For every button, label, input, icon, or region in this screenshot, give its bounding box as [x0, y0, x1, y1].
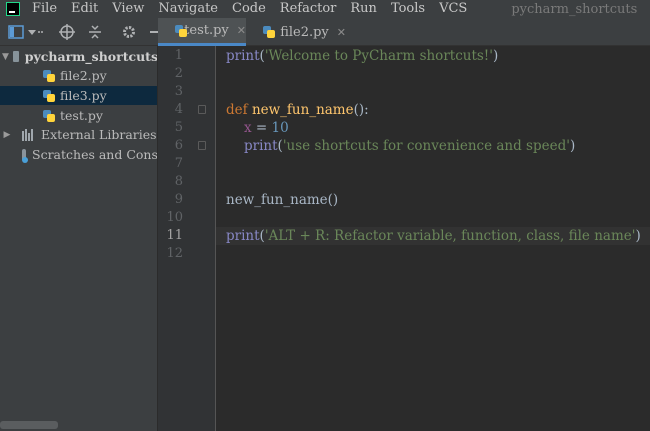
fold-marker-icon[interactable] [198, 141, 206, 150]
menu-code[interactable]: Code [232, 0, 266, 18]
tree-external-libraries-label: External Libraries [41, 127, 157, 142]
tree-file-test[interactable]: test.py [0, 106, 157, 125]
library-icon [22, 128, 35, 141]
tree-file-file2[interactable]: file2.py [0, 66, 157, 85]
builtin-print: print [226, 228, 260, 244]
python-file-icon [42, 109, 56, 123]
python-file-icon [42, 69, 56, 83]
paren-close: ) [492, 48, 499, 64]
code-line-4: def new_fun_name(): [226, 101, 369, 119]
pycharm-logo-icon [6, 2, 20, 16]
menu-vcs[interactable]: VCS [439, 0, 467, 18]
collapse-icon[interactable] [86, 23, 104, 41]
settings-icon[interactable] [120, 23, 138, 41]
menu-refactor[interactable]: Refactor [280, 0, 337, 18]
variable-x: x [244, 120, 252, 136]
locate-icon[interactable] [58, 23, 76, 41]
line-number: 12 [166, 246, 183, 261]
tree-file-label: file3.py [60, 88, 107, 103]
tree-external-libraries[interactable]: ▶ External Libraries [0, 125, 157, 144]
line-number: 1 [174, 48, 183, 63]
scratches-icon [22, 148, 28, 163]
close-icon[interactable]: ✕ [237, 24, 246, 37]
function-call: new_fun_name() [226, 192, 339, 208]
line-number: 8 [174, 174, 183, 189]
fold-marker-icon[interactable] [198, 105, 206, 114]
code-editor[interactable]: print('Welcome to PyCharm shortcuts!') d… [216, 46, 650, 431]
tab-label: file2.py [280, 24, 329, 40]
window-project-title: pycharm_shortcuts [511, 1, 638, 17]
line-number: 7 [174, 156, 183, 171]
python-file-icon [42, 89, 56, 103]
project-tool-window: ▼ pycharm_shortcuts file2.py file3.py te… [0, 46, 158, 431]
tree-file-label: file2.py [60, 68, 107, 83]
line-number: 3 [174, 84, 183, 99]
builtin-print: print [226, 48, 260, 64]
close-icon[interactable]: ✕ [337, 26, 346, 39]
code-line-5: x = 10 [244, 119, 289, 137]
keyword-def: def [226, 102, 248, 118]
string-literal: 'Welcome to PyCharm shortcuts!' [264, 48, 493, 64]
python-file-icon [262, 25, 275, 39]
expand-arrow-icon[interactable]: ▼ [2, 52, 9, 62]
code-line-1: print('Welcome to PyCharm shortcuts!') [226, 47, 498, 65]
dropdown-icon[interactable] [26, 23, 44, 41]
menu-bar: File Edit View Navigate Code Refactor Ru… [0, 0, 650, 18]
tree-file-label: test.py [60, 108, 103, 123]
builtin-print: print [244, 138, 278, 154]
paren-close: ) [569, 138, 576, 154]
line-number: 9 [174, 192, 183, 207]
menu-file[interactable]: File [32, 0, 57, 18]
hide-icon[interactable] [148, 23, 158, 41]
line-number: 4 [174, 102, 183, 117]
code-line-9: new_fun_name() [226, 191, 338, 209]
menu-edit[interactable]: Edit [71, 0, 98, 18]
tree-scratches-label: Scratches and Conso [32, 147, 158, 162]
line-number: 5 [174, 120, 183, 135]
string-literal: 'use shortcuts for convenience and speed… [282, 138, 570, 154]
tree-root-folder[interactable]: ▼ pycharm_shortcuts [0, 47, 158, 66]
menu-tools[interactable]: Tools [391, 0, 425, 18]
collapsed-arrow-icon[interactable]: ▶ [2, 130, 12, 140]
python-file-icon [174, 24, 187, 38]
project-view-icon[interactable] [8, 23, 24, 41]
tree-file-file3[interactable]: file3.py [0, 86, 157, 105]
editor-tab-bar: test.py ✕ file2.py ✕ [158, 18, 650, 46]
code-line-6: print('use shortcuts for convenience and… [244, 137, 575, 155]
menu-run[interactable]: Run [350, 0, 377, 18]
folder-icon [12, 51, 19, 62]
line-number: 10 [166, 210, 183, 225]
number-literal: 10 [271, 120, 289, 136]
tree-scratches[interactable]: Scratches and Conso [0, 145, 158, 164]
line-number: 2 [174, 66, 183, 81]
paren-close: ) [635, 228, 641, 244]
assign-operator: = [251, 120, 272, 136]
menu-view[interactable]: View [112, 0, 144, 18]
line-number-gutter[interactable]: 1 2 3 4 5 6 7 8 9 10 11 12 [158, 46, 216, 431]
tab-file2-py[interactable]: file2.py ✕ [246, 18, 346, 46]
function-signature: (): [353, 102, 369, 118]
function-name: new_fun_name [251, 102, 354, 118]
code-line-11: print('ALT + R: Refactor variable, funct… [226, 227, 641, 245]
tree-root-label: pycharm_shortcuts [24, 49, 158, 64]
line-number-current: 11 [166, 228, 183, 243]
menu-navigate[interactable]: Navigate [158, 0, 218, 18]
horizontal-scrollbar[interactable] [0, 421, 58, 429]
tab-test-py[interactable]: test.py ✕ [158, 18, 246, 46]
line-number: 6 [174, 138, 183, 153]
string-literal: 'ALT + R: Refactor variable, function, c… [264, 228, 636, 244]
tab-label: test.py [184, 23, 229, 38]
